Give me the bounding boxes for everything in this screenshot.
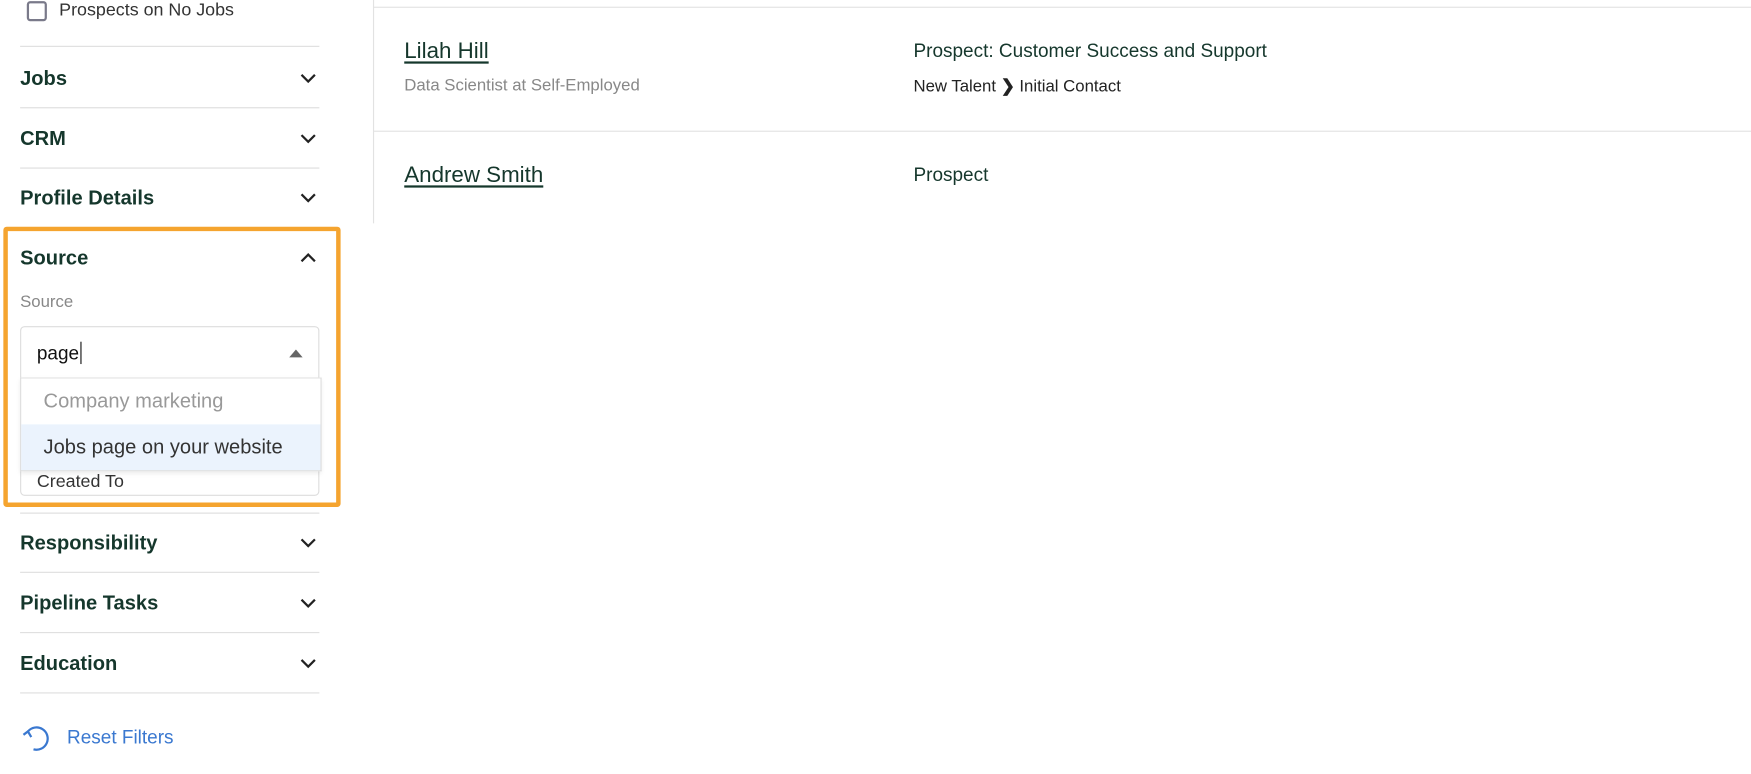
- source-dropdown-menu: Company marketing Jobs page on your webs…: [20, 377, 322, 472]
- divider: [20, 692, 320, 694]
- chevron-up-icon: [300, 253, 316, 263]
- section-responsibility[interactable]: Responsibility: [20, 513, 319, 573]
- candidate-name-link[interactable]: Andrew Smith: [404, 163, 543, 189]
- section-label: Source: [20, 246, 89, 269]
- divider: [20, 45, 320, 47]
- chevron-down-icon: [300, 74, 316, 84]
- candidate-pipeline: New Talent ❯ Initial Contact: [913, 77, 1121, 97]
- section-pipeline-tasks[interactable]: Pipeline Tasks: [20, 573, 319, 633]
- chevron-right-icon: ❯: [1000, 77, 1015, 97]
- section-label: Education: [20, 651, 118, 674]
- prospects-on-no-jobs-label: Prospects on No Jobs: [59, 1, 234, 21]
- reset-filters-label: Reset Filters: [67, 726, 174, 749]
- row-divider: [372, 6, 1751, 8]
- option-company-marketing[interactable]: Company marketing: [21, 379, 320, 425]
- section-label: Profile Details: [20, 185, 155, 209]
- section-crm[interactable]: CRM: [20, 108, 319, 168]
- section-label: Jobs: [20, 66, 68, 89]
- chevron-down-icon: [300, 193, 316, 203]
- chevron-down-icon: [300, 134, 316, 144]
- chevron-down-icon: [300, 538, 316, 548]
- section-profile-details[interactable]: Profile Details: [20, 168, 319, 228]
- reset-icon: [22, 726, 49, 751]
- caret-up-icon[interactable]: [289, 349, 303, 358]
- chevron-down-icon: [300, 659, 316, 669]
- section-education[interactable]: Education: [20, 633, 319, 693]
- section-label: Pipeline Tasks: [20, 591, 159, 614]
- section-label: Responsibility: [20, 530, 158, 554]
- candidate-subtitle: Data Scientist at Self-Employed: [404, 75, 640, 95]
- candidate-status: Prospect: Customer Success and Support: [913, 40, 1267, 62]
- source-field-label: Source: [20, 292, 74, 312]
- section-source[interactable]: Source: [20, 228, 319, 288]
- prospects-on-no-jobs-checkbox[interactable]: [26, 1, 47, 22]
- source-search-input[interactable]: page: [20, 326, 320, 380]
- created-to-label: Created To: [36, 472, 124, 492]
- reset-filters-button[interactable]: Reset Filters: [20, 724, 174, 753]
- candidate-status: Prospect: [913, 164, 989, 186]
- chevron-down-icon: [300, 598, 316, 608]
- results-border: [372, 0, 375, 224]
- section-label: CRM: [20, 126, 66, 150]
- source-input-value: page: [37, 341, 82, 365]
- section-jobs[interactable]: Jobs: [20, 48, 319, 108]
- option-jobs-page[interactable]: Jobs page on your website: [21, 424, 321, 471]
- candidate-name-link[interactable]: Lilah Hill: [404, 39, 488, 65]
- row-divider: [372, 130, 1751, 132]
